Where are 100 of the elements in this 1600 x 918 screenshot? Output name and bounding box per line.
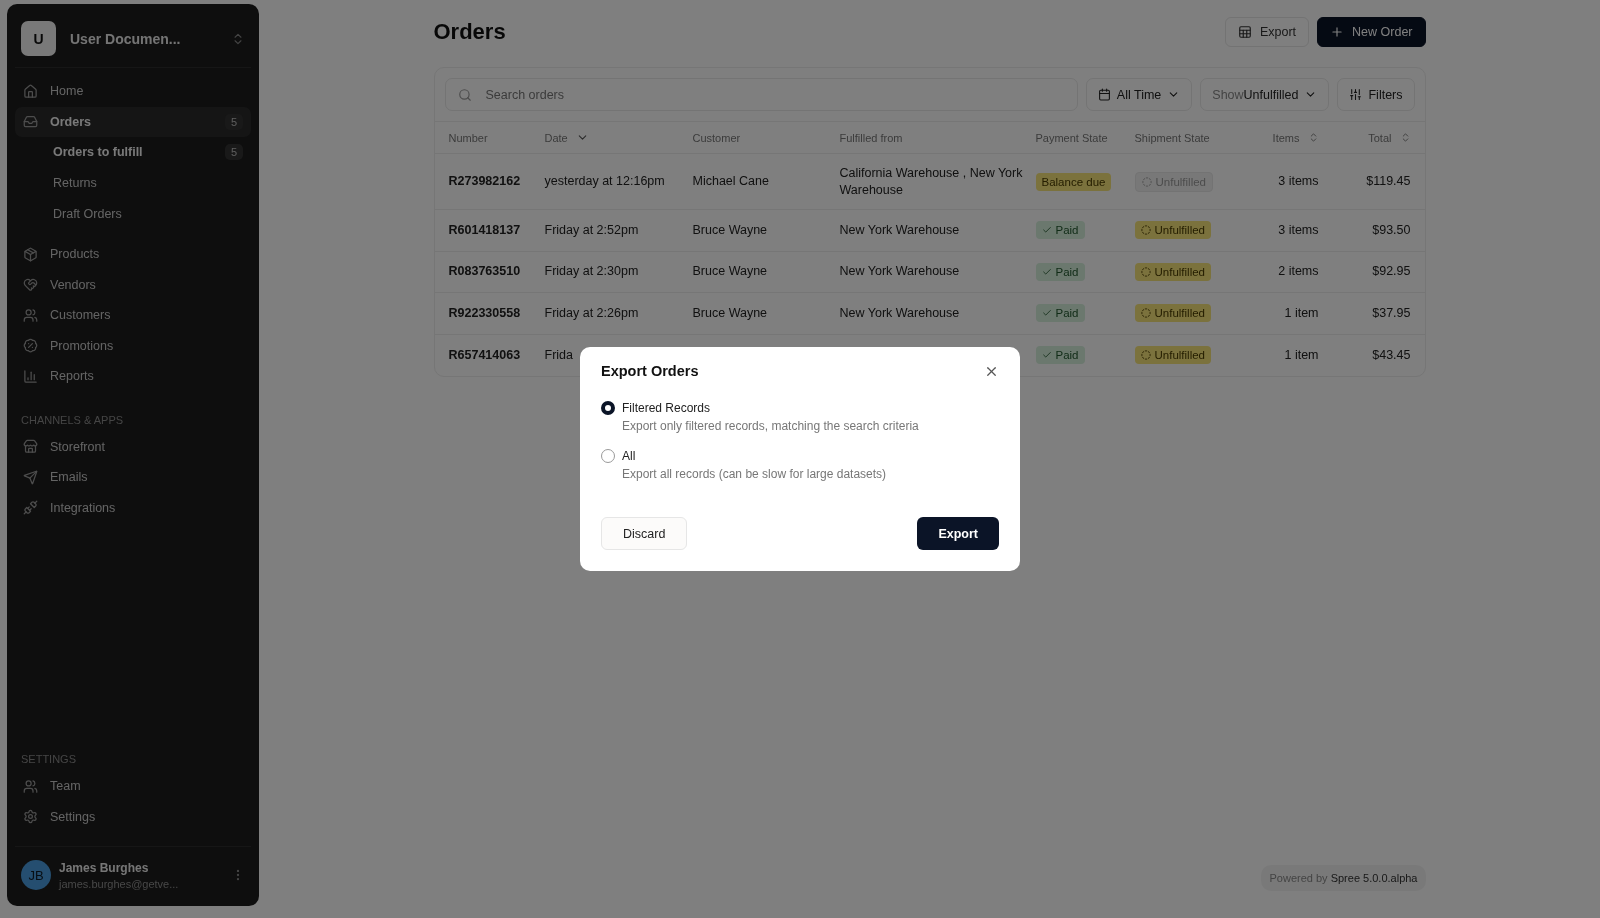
check-icon bbox=[1041, 350, 1052, 361]
table-cell: $119.45 bbox=[1366, 173, 1411, 190]
status-badge: Paid bbox=[1035, 304, 1085, 323]
page-title: Orders bbox=[433, 19, 507, 45]
users-icon bbox=[23, 778, 38, 794]
nav-item[interactable]: Vendors bbox=[15, 269, 251, 300]
export-button[interactable]: Export bbox=[1224, 17, 1310, 47]
column-header[interactable]: Customer bbox=[692, 131, 741, 144]
table-cell: 2 items bbox=[1278, 263, 1319, 281]
dashed-circle-icon bbox=[1140, 350, 1151, 361]
nav-item[interactable]: Returns bbox=[15, 168, 251, 198]
nav-item[interactable]: Promotions bbox=[15, 330, 251, 361]
nav-item[interactable]: Integrations bbox=[15, 492, 251, 523]
count-badge: 5 bbox=[224, 113, 243, 130]
table-cell-text: Bruce Wayne bbox=[692, 304, 769, 322]
box-icon bbox=[23, 246, 38, 262]
filter-button[interactable]: All Time bbox=[1085, 78, 1193, 111]
count-badge: 5 bbox=[224, 144, 243, 160]
nav-item[interactable]: Storefront bbox=[15, 431, 251, 462]
table-cell: $37.95 bbox=[1372, 304, 1411, 322]
status-badge: Paid bbox=[1035, 262, 1085, 281]
filter-button[interactable]: ShowUnfulfilled bbox=[1200, 78, 1330, 111]
dashed-circle-icon bbox=[1141, 176, 1152, 187]
table-cell-text: Friday at 2:52pm bbox=[544, 221, 640, 239]
status-badge: Unfulfilled bbox=[1134, 304, 1211, 323]
order-number[interactable]: R601418137 bbox=[448, 221, 529, 239]
nav-item[interactable]: Emails bbox=[15, 462, 251, 492]
column-header[interactable]: Items bbox=[1272, 131, 1319, 144]
table-cell-text: Friday at 2:26pm bbox=[544, 304, 640, 322]
calendar-icon bbox=[1097, 88, 1111, 101]
nav-item[interactable]: Home bbox=[15, 76, 251, 106]
column-header[interactable]: Date bbox=[544, 131, 589, 144]
user-avatar: JB bbox=[21, 860, 51, 890]
table-cell: $92.95 bbox=[1372, 263, 1411, 281]
user-name: James Burghes bbox=[59, 860, 150, 875]
column-header[interactable]: Shipment State bbox=[1134, 131, 1210, 144]
status-badge: Paid bbox=[1035, 346, 1085, 365]
column-header[interactable]: Number bbox=[448, 131, 488, 144]
table-cell-text: New York Warehouse bbox=[839, 263, 961, 281]
status-badge: Unfulfilled bbox=[1134, 221, 1211, 240]
table-cell: $43.45 bbox=[1372, 346, 1411, 364]
workspace-name[interactable]: User Documen... bbox=[70, 30, 217, 47]
nav-item[interactable]: Settings bbox=[15, 801, 251, 832]
check-icon bbox=[1041, 225, 1052, 236]
workspace-avatar: U bbox=[21, 21, 56, 56]
inbox-icon bbox=[23, 114, 38, 129]
table-cell: 1 item bbox=[1284, 304, 1319, 322]
column-header[interactable]: Fulfilled from bbox=[839, 131, 903, 144]
check-icon bbox=[1041, 266, 1052, 277]
nav-item[interactable]: Products bbox=[15, 239, 251, 269]
table-cell-text: Bruce Wayne bbox=[692, 263, 769, 281]
table-cell: $93.50 bbox=[1372, 221, 1411, 239]
table-cell-text: Frida bbox=[544, 346, 574, 364]
user-email: james.burghes@getve... bbox=[59, 877, 180, 890]
discard-button[interactable]: Discard bbox=[601, 517, 688, 550]
option-label: All bbox=[622, 449, 637, 463]
table-icon bbox=[1237, 25, 1252, 39]
table-cell-text: New York Warehouse bbox=[839, 304, 961, 322]
radio-button[interactable] bbox=[601, 401, 615, 415]
table-cell-text: Michael Cane bbox=[692, 173, 770, 190]
table-cell-text: New York Warehouse bbox=[839, 221, 961, 239]
table-cell-text: Friday at 2:30pm bbox=[544, 263, 640, 281]
users-icon bbox=[23, 307, 38, 323]
option-description: Export all records (can be slow for large datasets) bbox=[622, 467, 888, 481]
check-icon bbox=[1041, 308, 1052, 319]
radio-button[interactable] bbox=[601, 449, 615, 463]
filter-button[interactable]: Filters bbox=[1337, 78, 1415, 111]
paper-plane-icon bbox=[23, 469, 38, 485]
nav-item[interactable]: Customers bbox=[15, 300, 251, 330]
table-cell: 1 item bbox=[1284, 346, 1319, 364]
home-icon bbox=[23, 83, 38, 99]
settings-icon bbox=[23, 809, 38, 824]
table-cell-text: yesterday at 12:16pm bbox=[544, 173, 666, 190]
dashed-circle-icon bbox=[1140, 225, 1151, 236]
export-button[interactable]: Export bbox=[917, 517, 999, 550]
order-number[interactable]: R083763510 bbox=[448, 263, 529, 281]
order-number[interactable]: R657414063 bbox=[448, 346, 529, 364]
column-header[interactable]: Payment State bbox=[1035, 131, 1108, 144]
column-header[interactable]: Total bbox=[1368, 131, 1411, 144]
nav-item[interactable]: Orders to fulfill 5 bbox=[15, 137, 251, 167]
search-icon bbox=[457, 88, 472, 102]
dialog-title: Export Orders bbox=[601, 363, 699, 379]
table-cell-text: Bruce Wayne bbox=[692, 221, 769, 239]
plug-icon bbox=[23, 500, 38, 515]
order-number[interactable]: R922330558 bbox=[448, 304, 529, 322]
new-order-button[interactable]: New Order bbox=[1317, 17, 1426, 47]
status-badge: Unfulfilled bbox=[1134, 346, 1211, 365]
order-number[interactable]: R273982162 bbox=[448, 173, 529, 190]
search-field[interactable]: Search orders bbox=[444, 78, 1078, 111]
percent-badge-icon bbox=[23, 338, 38, 353]
dashed-circle-icon bbox=[1140, 308, 1151, 319]
table-cell-text: California Warehouse , New York Warehouse bbox=[839, 164, 1024, 199]
nav-item[interactable]: Orders 5 bbox=[15, 106, 251, 137]
nav-item[interactable]: Team bbox=[15, 771, 251, 801]
option-label: Filtered Records bbox=[622, 401, 712, 415]
option-description: Export only filtered records, matching the search criteria bbox=[622, 419, 920, 433]
nav-item[interactable]: Draft Orders bbox=[15, 199, 251, 229]
nav-item[interactable]: Reports bbox=[15, 361, 251, 391]
heart-handshake-icon bbox=[23, 277, 38, 292]
sliders-icon bbox=[1349, 88, 1363, 101]
